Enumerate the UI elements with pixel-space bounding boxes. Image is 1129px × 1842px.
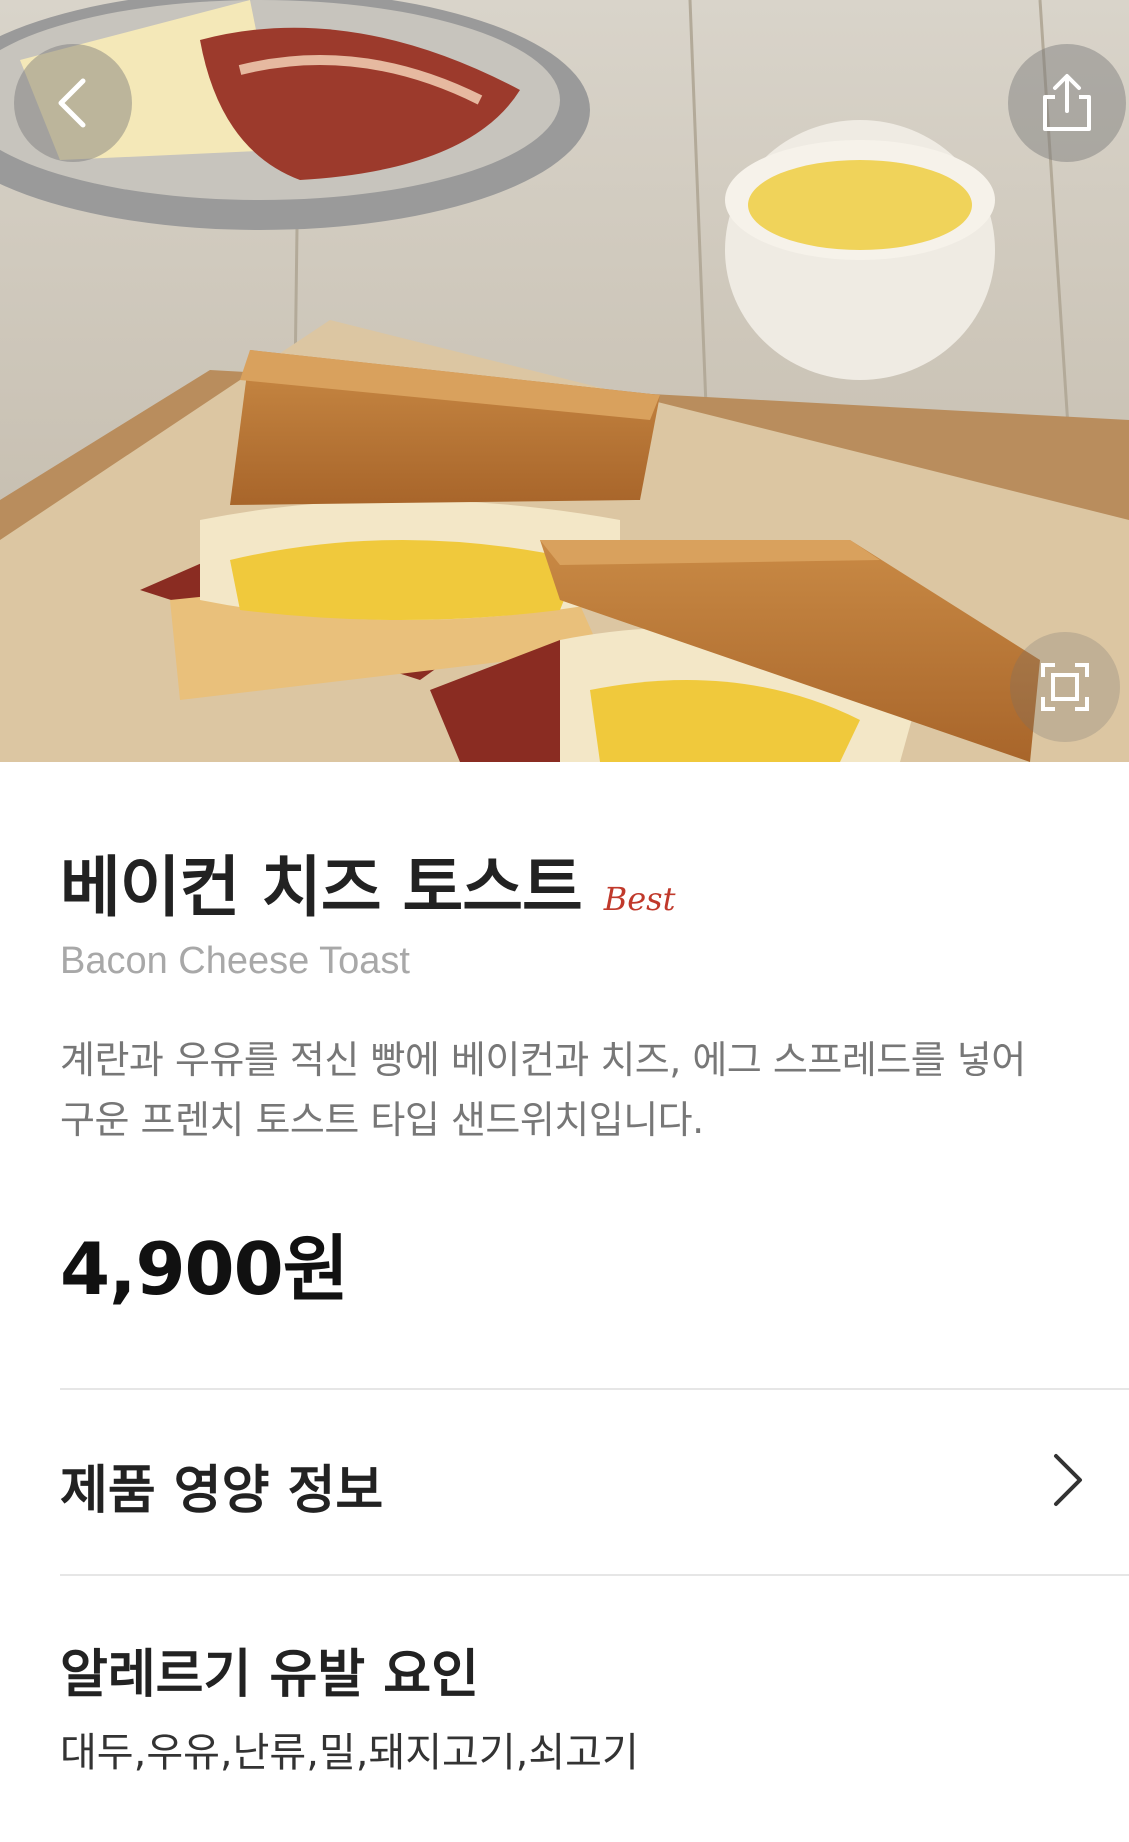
allergy-title: 알레르기 유발 요인: [60, 1645, 479, 1705]
product-name-en: Bacon Cheese Toast: [60, 940, 410, 982]
chevron-right-icon: [1054, 1454, 1082, 1506]
product-image: [0, 0, 1129, 762]
chevron-left-icon: [58, 78, 86, 128]
product-description: 계란과 우유를 적신 빵에 베이컨과 치즈, 에그 스프레드를 넣어 구운 프렌…: [60, 1038, 1026, 1142]
expand-icon: [1041, 663, 1089, 711]
product-name: 베이컨 치즈 토스트: [60, 849, 583, 926]
allergy-values: 대두,우유,난류,밀,돼지고기,쇠고기: [60, 1730, 639, 1776]
product-price: 4,900원: [60, 1227, 349, 1311]
back-button[interactable]: [14, 44, 132, 162]
nutrition-info-label: 제품 영양 정보: [60, 1461, 384, 1521]
share-button[interactable]: [1008, 44, 1126, 162]
title-row: 베이컨 치즈 토스트 Best: [60, 834, 675, 930]
zoom-button[interactable]: [1010, 632, 1120, 742]
sandwich-photo: [0, 0, 1129, 762]
divider: [60, 1574, 1129, 1576]
share-icon: [1043, 74, 1091, 131]
best-badge: Best: [603, 880, 676, 918]
nutrition-info-row[interactable]: 제품 영양 정보: [60, 1390, 1129, 1574]
